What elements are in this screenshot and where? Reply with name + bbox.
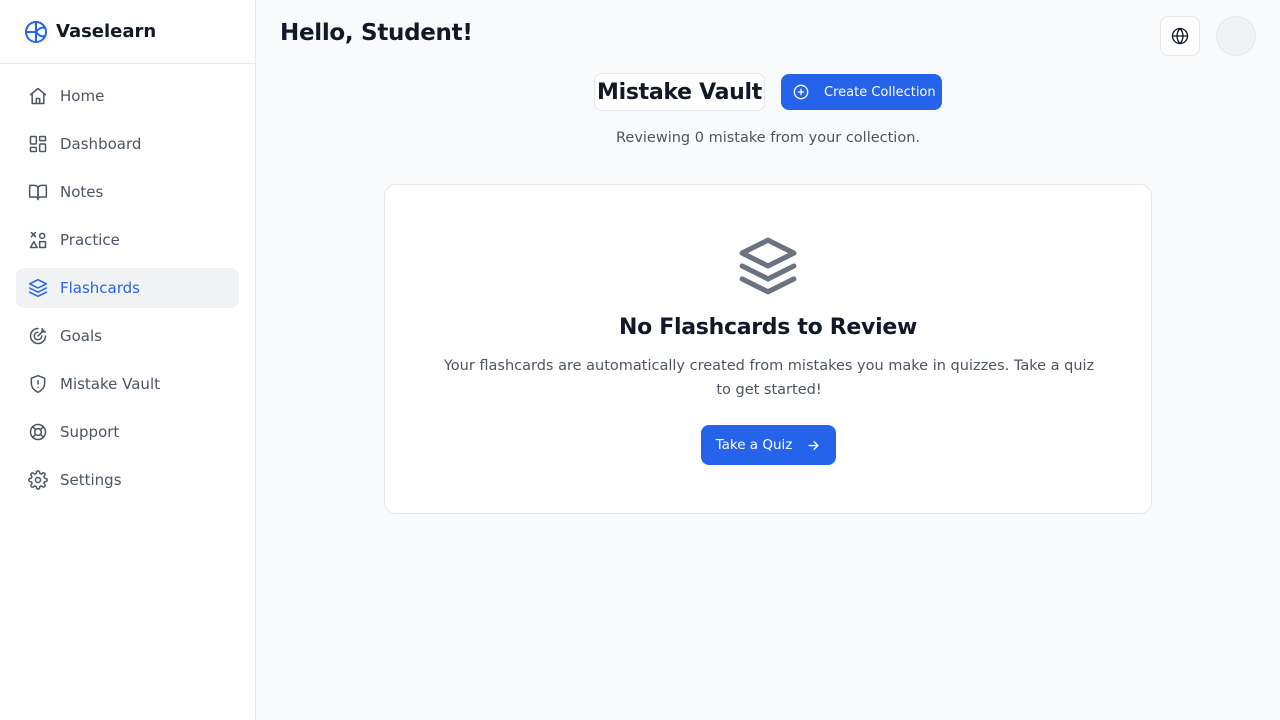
sidebar-item-label: Practice — [60, 231, 120, 249]
take-quiz-button[interactable]: Take a Quiz — [701, 425, 836, 465]
sidebar-item-label: Goals — [60, 327, 102, 345]
layers-icon — [737, 235, 799, 297]
sidebar-nav: Home Dashboard Notes Practice Flashcards… — [0, 64, 255, 520]
sidebar-item-label: Support — [60, 423, 120, 441]
book-open-icon — [28, 182, 48, 202]
shield-alert-icon — [28, 374, 48, 394]
globe-icon — [1171, 27, 1189, 45]
sidebar-item-mistake-vault[interactable]: Mistake Vault — [16, 364, 239, 404]
sidebar-item-label: Dashboard — [60, 135, 142, 153]
sidebar: Vaselearn Home Dashboard Notes Practice … — [0, 0, 256, 720]
sidebar-item-label: Flashcards — [60, 279, 140, 297]
empty-state-card: No Flashcards to Review Your flashcards … — [384, 184, 1152, 514]
brand[interactable]: Vaselearn — [0, 0, 255, 64]
sidebar-item-label: Mistake Vault — [60, 375, 160, 393]
target-icon — [28, 326, 48, 346]
greeting: Hello, Student! — [280, 20, 473, 46]
lifebuoy-icon — [28, 422, 48, 442]
sidebar-item-label: Home — [60, 87, 105, 105]
app-name: Vaselearn — [56, 21, 157, 42]
sidebar-item-home[interactable]: Home — [16, 76, 239, 116]
sidebar-item-label: Settings — [60, 471, 122, 489]
sidebar-item-settings[interactable]: Settings — [16, 460, 239, 500]
sidebar-item-support[interactable]: Support — [16, 412, 239, 452]
language-button[interactable] — [1160, 16, 1200, 56]
sidebar-item-goals[interactable]: Goals — [16, 316, 239, 356]
create-collection-label: Create Collection — [824, 84, 936, 100]
plus-circle-icon — [793, 84, 809, 100]
sidebar-item-practice[interactable]: Practice — [16, 220, 239, 260]
gear-icon — [28, 470, 48, 490]
create-collection-button[interactable]: Create Collection — [781, 74, 942, 110]
sidebar-item-notes[interactable]: Notes — [16, 172, 239, 212]
sidebar-item-label: Notes — [60, 183, 104, 201]
empty-state-description: Your flashcards are automatically create… — [443, 358, 1095, 398]
avatar[interactable] — [1216, 16, 1256, 56]
sidebar-item-flashcards[interactable]: Flashcards — [16, 268, 239, 308]
shapes-icon — [28, 230, 48, 250]
home-icon — [28, 86, 48, 106]
globe-grid-icon — [24, 20, 48, 44]
layers-icon — [28, 278, 48, 298]
take-quiz-label: Take a Quiz — [715, 437, 793, 453]
dashboard-grid-icon — [28, 134, 48, 154]
page-title: Mistake Vault — [594, 73, 765, 111]
review-summary: Reviewing 0 mistake from your collection… — [615, 130, 921, 146]
arrow-right-icon — [806, 438, 821, 453]
sidebar-item-dashboard[interactable]: Dashboard — [16, 124, 239, 164]
empty-state-title: No Flashcards to Review — [619, 315, 917, 340]
